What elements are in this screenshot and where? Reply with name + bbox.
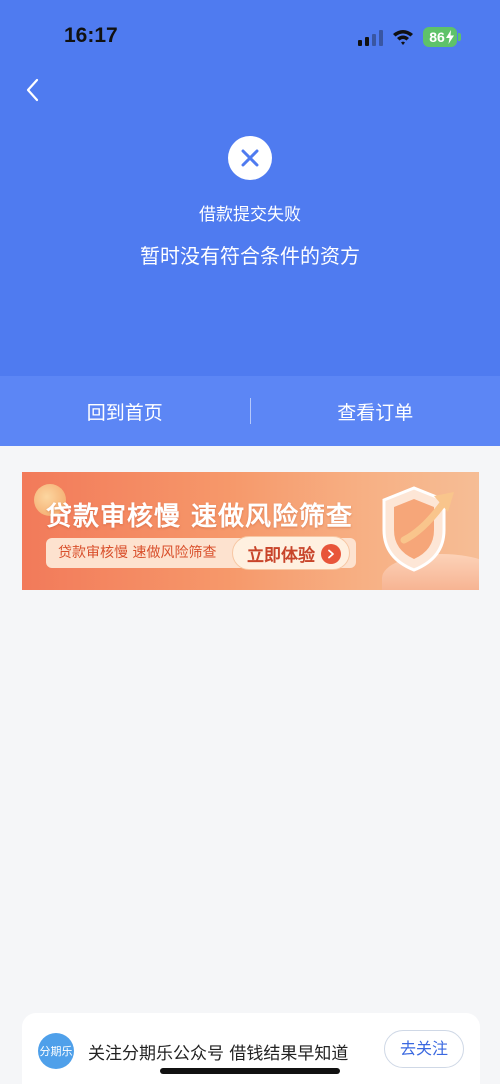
fenqile-logo: 分期乐	[38, 1033, 74, 1069]
cellular-signal-icon	[358, 30, 383, 46]
back-home-button[interactable]: 回到首页	[0, 398, 250, 425]
banner-title: 贷款审核慢 速做风险筛查	[46, 502, 354, 532]
try-now-button[interactable]: 立即体验	[232, 536, 350, 570]
risk-check-banner[interactable]: 贷款审核慢 速做风险筛查 贷款审核慢 速做风险筛查 立即体验	[22, 472, 479, 590]
battery-tip	[458, 33, 461, 41]
status-time: 16:17	[64, 24, 118, 47]
failure-icon	[228, 136, 272, 180]
follow-text: 关注分期乐公众号 借钱结果早知道	[88, 1044, 349, 1064]
back-arrow-icon[interactable]	[22, 76, 44, 104]
status-bar: 16:17 86	[0, 0, 500, 70]
view-orders-button[interactable]: 查看订单	[251, 398, 500, 425]
follow-button[interactable]: 去关注	[384, 1030, 464, 1068]
wifi-icon	[393, 30, 413, 45]
shield-arrow-icon	[382, 486, 454, 572]
home-indicator[interactable]	[160, 1068, 340, 1074]
result-title: 借款提交失败	[199, 205, 301, 225]
battery-level: 86	[429, 29, 445, 45]
result-actions: 回到首页 查看订单	[0, 376, 500, 446]
result-subtitle: 暂时没有符合条件的资方	[140, 244, 360, 268]
close-x-icon	[241, 149, 259, 167]
battery-icon: 86	[423, 27, 457, 47]
charging-bolt-icon	[446, 30, 454, 44]
result-header: 16:17 86 借款提交失败 暂时没有符合条件的资方	[0, 0, 500, 376]
chevron-right-icon	[321, 544, 341, 564]
try-now-label: 立即体验	[247, 545, 315, 566]
